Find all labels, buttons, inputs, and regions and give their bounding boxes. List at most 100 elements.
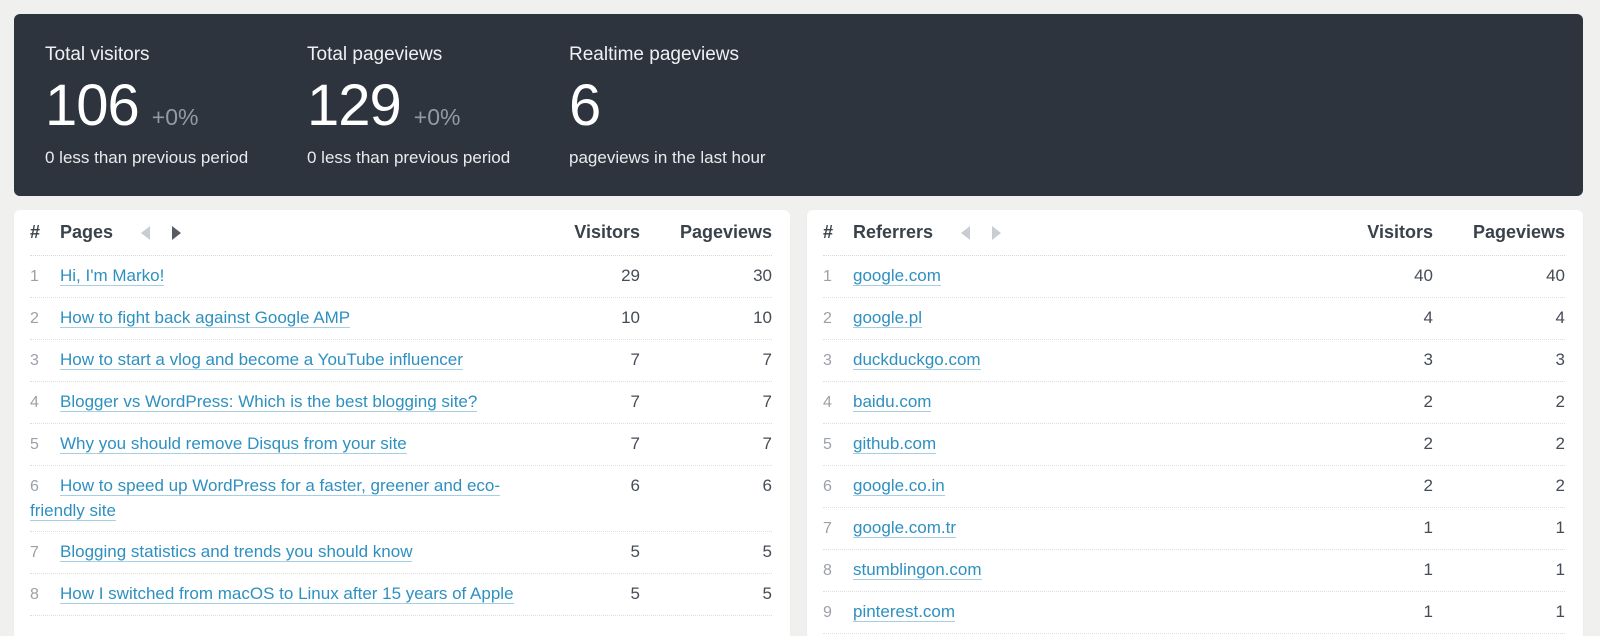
row-pageviews: 30 bbox=[640, 264, 772, 288]
stat-caption: 0 less than previous period bbox=[45, 148, 307, 168]
row-visitors: 29 bbox=[540, 264, 640, 288]
totals-panel: Total visitors 106 +0% 0 less than previ… bbox=[14, 14, 1583, 196]
row-main: 9pinterest.com bbox=[823, 600, 1333, 625]
stat-label: Total visitors bbox=[45, 44, 307, 66]
page-link[interactable]: Hi, I'm Marko! bbox=[60, 266, 164, 286]
referrer-link[interactable]: google.com bbox=[853, 266, 941, 286]
table-row: 5github.com 2 2 bbox=[823, 424, 1565, 466]
row-visitors: 1 bbox=[1333, 600, 1433, 624]
stat-realtime-pageviews: Realtime pageviews 6 pageviews in the la… bbox=[569, 44, 831, 196]
referrer-link[interactable]: stumblingon.com bbox=[853, 560, 982, 580]
row-main: 3How to start a vlog and become a YouTub… bbox=[30, 348, 540, 373]
row-rank: 8 bbox=[823, 559, 853, 583]
table-row: 8stumblingon.com 1 1 bbox=[823, 550, 1565, 592]
page-link[interactable]: How to fight back against Google AMP bbox=[60, 308, 350, 328]
row-rank: 9 bbox=[823, 601, 853, 625]
row-rank: 3 bbox=[823, 349, 853, 373]
row-rank: 1 bbox=[30, 265, 60, 289]
rank-column-header: # bbox=[823, 222, 853, 243]
referrer-link[interactable]: pinterest.com bbox=[853, 602, 955, 622]
rank-column-header: # bbox=[30, 222, 60, 243]
table-row: 2How to fight back against Google AMP 10… bbox=[30, 298, 772, 340]
page-link[interactable]: Why you should remove Disqus from your s… bbox=[60, 434, 407, 454]
referrer-link[interactable]: duckduckgo.com bbox=[853, 350, 981, 370]
prev-page-icon[interactable] bbox=[961, 226, 970, 240]
table-row: 2google.pl 4 4 bbox=[823, 298, 1565, 340]
row-visitors: 4 bbox=[1333, 306, 1433, 330]
row-pageviews: 40 bbox=[1433, 264, 1565, 288]
row-pageviews: 1 bbox=[1433, 516, 1565, 540]
tables-row: # Pages Visitors Pageviews 1Hi, I'm Mark… bbox=[14, 210, 1583, 636]
stat-change-badge: +0% bbox=[152, 104, 199, 131]
row-main: 6How to speed up WordPress for a faster,… bbox=[30, 474, 540, 523]
row-pageviews: 1 bbox=[1433, 558, 1565, 582]
table-row: 3duckduckgo.com 3 3 bbox=[823, 340, 1565, 382]
table-row: 6How to speed up WordPress for a faster,… bbox=[30, 466, 772, 532]
row-pageviews: 7 bbox=[640, 432, 772, 456]
page-link[interactable]: How to start a vlog and become a YouTube… bbox=[60, 350, 463, 370]
next-page-icon[interactable] bbox=[992, 226, 1001, 240]
row-rank: 8 bbox=[30, 583, 60, 607]
row-pageviews: 6 bbox=[640, 474, 772, 498]
referrer-link[interactable]: baidu.com bbox=[853, 392, 931, 412]
row-pageviews: 10 bbox=[640, 306, 772, 330]
row-pageviews: 7 bbox=[640, 390, 772, 414]
page-link[interactable]: How I switched from macOS to Linux after… bbox=[60, 584, 514, 604]
table-row: 9pinterest.com 1 1 bbox=[823, 592, 1565, 634]
visitors-column-header: Visitors bbox=[540, 222, 640, 243]
row-rank: 6 bbox=[30, 475, 60, 499]
row-pageviews: 2 bbox=[1433, 474, 1565, 498]
next-page-icon[interactable] bbox=[172, 226, 181, 240]
row-rank: 5 bbox=[30, 433, 60, 457]
referrer-link[interactable]: google.com.tr bbox=[853, 518, 956, 538]
row-visitors: 2 bbox=[1333, 390, 1433, 414]
row-pageviews: 3 bbox=[1433, 348, 1565, 372]
stat-caption: 0 less than previous period bbox=[307, 148, 569, 168]
row-visitors: 1 bbox=[1333, 558, 1433, 582]
prev-page-icon[interactable] bbox=[141, 226, 150, 240]
table-row: 6google.co.in 2 2 bbox=[823, 466, 1565, 508]
referrer-link[interactable]: google.co.in bbox=[853, 476, 945, 496]
row-pageviews: 4 bbox=[1433, 306, 1565, 330]
row-visitors: 7 bbox=[540, 348, 640, 372]
row-main: 5Why you should remove Disqus from your … bbox=[30, 432, 540, 457]
row-visitors: 5 bbox=[540, 540, 640, 564]
row-rank: 5 bbox=[823, 433, 853, 457]
row-rank: 2 bbox=[823, 307, 853, 331]
table-row: 5Why you should remove Disqus from your … bbox=[30, 424, 772, 466]
row-main: 7google.com.tr bbox=[823, 516, 1333, 541]
row-rank: 7 bbox=[823, 517, 853, 541]
row-main: 7Blogging statistics and trends you shou… bbox=[30, 540, 540, 565]
stat-label: Realtime pageviews bbox=[569, 44, 831, 66]
page-link[interactable]: Blogger vs WordPress: Which is the best … bbox=[60, 392, 477, 412]
pages-pagination bbox=[141, 226, 181, 240]
row-main: 1Hi, I'm Marko! bbox=[30, 264, 540, 289]
row-pageviews: 2 bbox=[1433, 390, 1565, 414]
row-rank: 4 bbox=[30, 391, 60, 415]
row-visitors: 40 bbox=[1333, 264, 1433, 288]
stat-value: 6 bbox=[569, 76, 600, 136]
row-pageviews: 5 bbox=[640, 582, 772, 606]
table-row: 4Blogger vs WordPress: Which is the best… bbox=[30, 382, 772, 424]
pages-panel: # Pages Visitors Pageviews 1Hi, I'm Mark… bbox=[14, 210, 790, 636]
row-main: 4Blogger vs WordPress: Which is the best… bbox=[30, 390, 540, 415]
row-visitors: 5 bbox=[540, 582, 640, 606]
visitors-column-header: Visitors bbox=[1333, 222, 1433, 243]
table-row: 8How I switched from macOS to Linux afte… bbox=[30, 574, 772, 616]
referrer-link[interactable]: google.pl bbox=[853, 308, 922, 328]
row-pageviews: 2 bbox=[1433, 432, 1565, 456]
stat-total-pageviews: Total pageviews 129 +0% 0 less than prev… bbox=[307, 44, 569, 196]
row-visitors: 2 bbox=[1333, 432, 1433, 456]
pages-table-header: # Pages Visitors Pageviews bbox=[30, 210, 772, 256]
referrers-panel: # Referrers Visitors Pageviews 1google.c… bbox=[807, 210, 1583, 636]
referrer-link[interactable]: github.com bbox=[853, 434, 936, 454]
page-link[interactable]: Blogging statistics and trends you shoul… bbox=[60, 542, 412, 562]
row-rank: 2 bbox=[30, 307, 60, 331]
row-visitors: 6 bbox=[540, 474, 640, 498]
stat-caption: pageviews in the last hour bbox=[569, 148, 831, 168]
table-row: 7Blogging statistics and trends you shou… bbox=[30, 532, 772, 574]
table-row: 1google.com 40 40 bbox=[823, 256, 1565, 298]
stat-value: 129 bbox=[307, 76, 401, 136]
page-link[interactable]: How to speed up WordPress for a faster, … bbox=[30, 476, 500, 521]
row-main: 1google.com bbox=[823, 264, 1333, 289]
